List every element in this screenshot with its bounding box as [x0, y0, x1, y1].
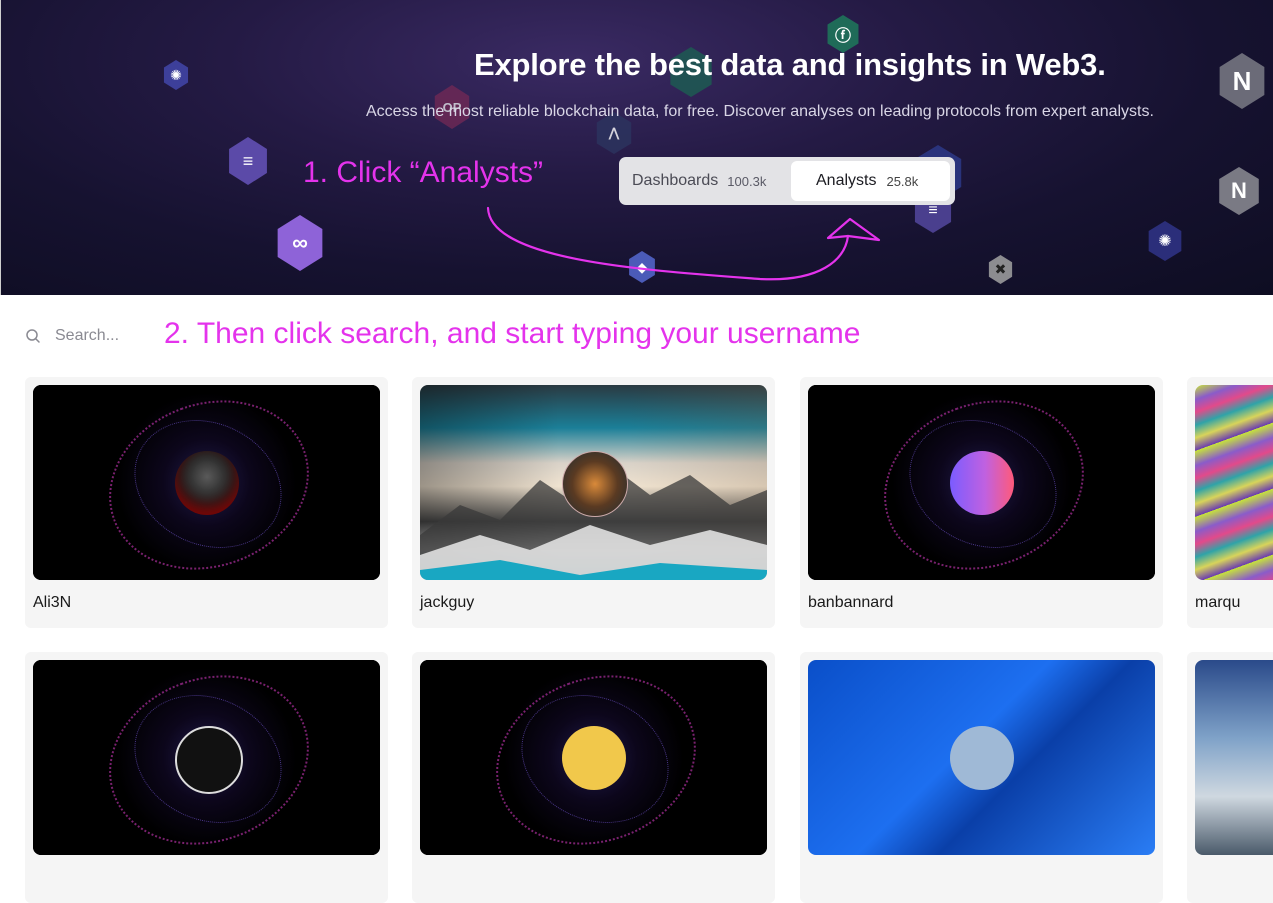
analyst-name: Ali3N: [33, 594, 72, 611]
avatar: [174, 725, 243, 794]
analyst-banner: [33, 660, 380, 855]
analyst-card[interactable]: [412, 652, 775, 903]
avatar: [561, 450, 628, 517]
avatar: [949, 725, 1014, 790]
analyst-card[interactable]: banbannard: [800, 377, 1163, 628]
analyst-name: banbannard: [808, 594, 894, 611]
analyst-name: jackguy: [420, 594, 475, 611]
analyst-card[interactable]: marqu: [1187, 377, 1273, 628]
analyst-name: marqu: [1195, 594, 1241, 611]
search-input[interactable]: [53, 326, 157, 346]
analyst-card[interactable]: Ali3N: [25, 377, 388, 628]
analyst-banner: [420, 660, 767, 855]
analyst-card[interactable]: jackguy: [412, 377, 775, 628]
analyst-banner: [1195, 660, 1273, 855]
avatar: [174, 450, 239, 515]
search-bar[interactable]: [25, 323, 157, 349]
hero-banner: ✺ ≡ ∞ OP ⋀ ⓕ ◆ ≡ N N ✺ ✖ Explore the bes…: [0, 0, 1273, 295]
annotation-step-2: 2. Then click search, and start typing y…: [164, 317, 861, 350]
analyst-banner: [808, 660, 1155, 855]
annotation-arrow: [486, 206, 881, 281]
search-icon: [26, 329, 40, 343]
analyst-banner: [420, 385, 767, 580]
analyst-banner: [1195, 385, 1273, 580]
analyst-banner: [808, 385, 1155, 580]
avatar: [561, 725, 626, 790]
avatar: [949, 450, 1014, 515]
analyst-card[interactable]: [25, 652, 388, 903]
analyst-card[interactable]: [800, 652, 1163, 903]
analyst-banner: [33, 385, 380, 580]
analyst-card[interactable]: [1187, 652, 1273, 903]
